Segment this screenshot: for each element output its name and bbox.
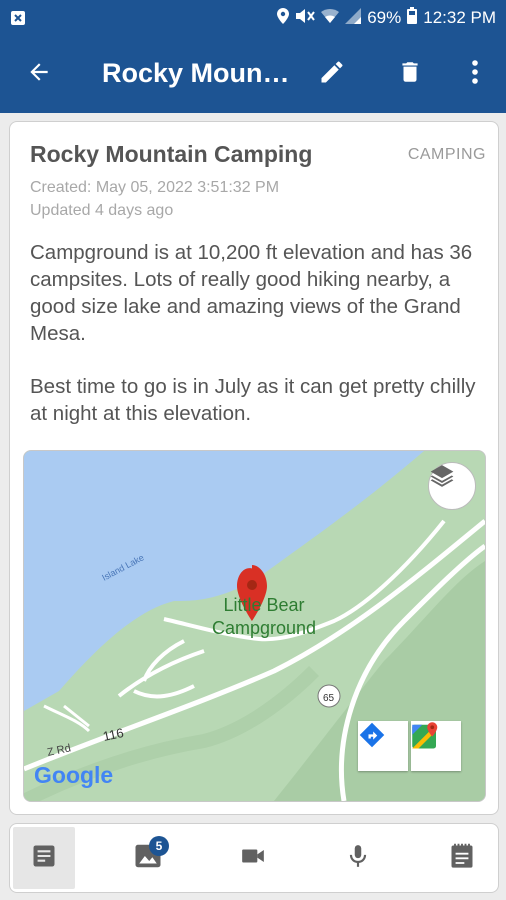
note-body-paragraph: Campground is at 10,200 ft elevation and… bbox=[30, 241, 473, 345]
notification-icon bbox=[10, 10, 26, 31]
bottom-tab-bar: 5 bbox=[9, 823, 499, 893]
edit-pencil-icon bbox=[318, 58, 346, 91]
open-in-maps-button[interactable] bbox=[411, 721, 461, 771]
delete-button[interactable] bbox=[390, 54, 430, 94]
more-vert-icon bbox=[471, 59, 479, 90]
clock: 12:32 PM bbox=[423, 8, 496, 27]
map-place-label: Little Bear Campground bbox=[211, 595, 317, 638]
note-category[interactable]: CAMPING bbox=[408, 146, 486, 164]
video-icon bbox=[237, 843, 269, 874]
tab-photos[interactable]: 5 bbox=[117, 827, 179, 889]
battery-icon bbox=[407, 7, 418, 29]
app-bar: Rocky Moun… bbox=[0, 36, 506, 113]
photos-count-badge: 5 bbox=[149, 836, 169, 856]
edit-button[interactable] bbox=[312, 54, 352, 94]
note-title: Rocky Mountain Camping bbox=[30, 141, 313, 167]
tab-notepad[interactable] bbox=[431, 827, 493, 889]
back-arrow-icon bbox=[26, 59, 52, 90]
wifi-icon bbox=[321, 8, 340, 29]
mute-icon bbox=[295, 8, 316, 29]
status-bar: 69% 12:32 PM bbox=[0, 0, 506, 36]
location-icon bbox=[277, 7, 290, 29]
note-body-paragraph: Best time to go is in July as it can get… bbox=[30, 375, 476, 425]
updated-date: Updated 4 days ago bbox=[30, 202, 174, 219]
note-text-icon bbox=[30, 842, 58, 875]
map-view[interactable]: Island Lake 65 116 Z Rd Little Bear Camp… bbox=[23, 450, 486, 802]
google-logo: Google bbox=[34, 762, 114, 788]
tab-audio[interactable] bbox=[327, 827, 389, 889]
delete-trash-icon bbox=[397, 58, 423, 91]
signal-icon bbox=[345, 7, 362, 29]
more-options-button[interactable] bbox=[455, 54, 495, 94]
tab-note[interactable] bbox=[13, 827, 75, 889]
notepad-icon bbox=[448, 841, 476, 876]
map-layers-button[interactable] bbox=[428, 462, 476, 510]
app-bar-title: Rocky Moun… bbox=[102, 58, 290, 88]
note-card: Rocky Mountain Camping CAMPING Created: … bbox=[9, 121, 499, 815]
back-button[interactable] bbox=[19, 54, 59, 94]
mic-icon bbox=[345, 840, 371, 877]
created-date: Created: May 05, 2022 3:51:32 PM bbox=[30, 179, 280, 196]
road-shield-label: 65 bbox=[323, 693, 335, 704]
tab-video[interactable] bbox=[222, 827, 284, 889]
battery-percent: 69% bbox=[367, 8, 402, 27]
directions-button[interactable] bbox=[358, 721, 408, 771]
